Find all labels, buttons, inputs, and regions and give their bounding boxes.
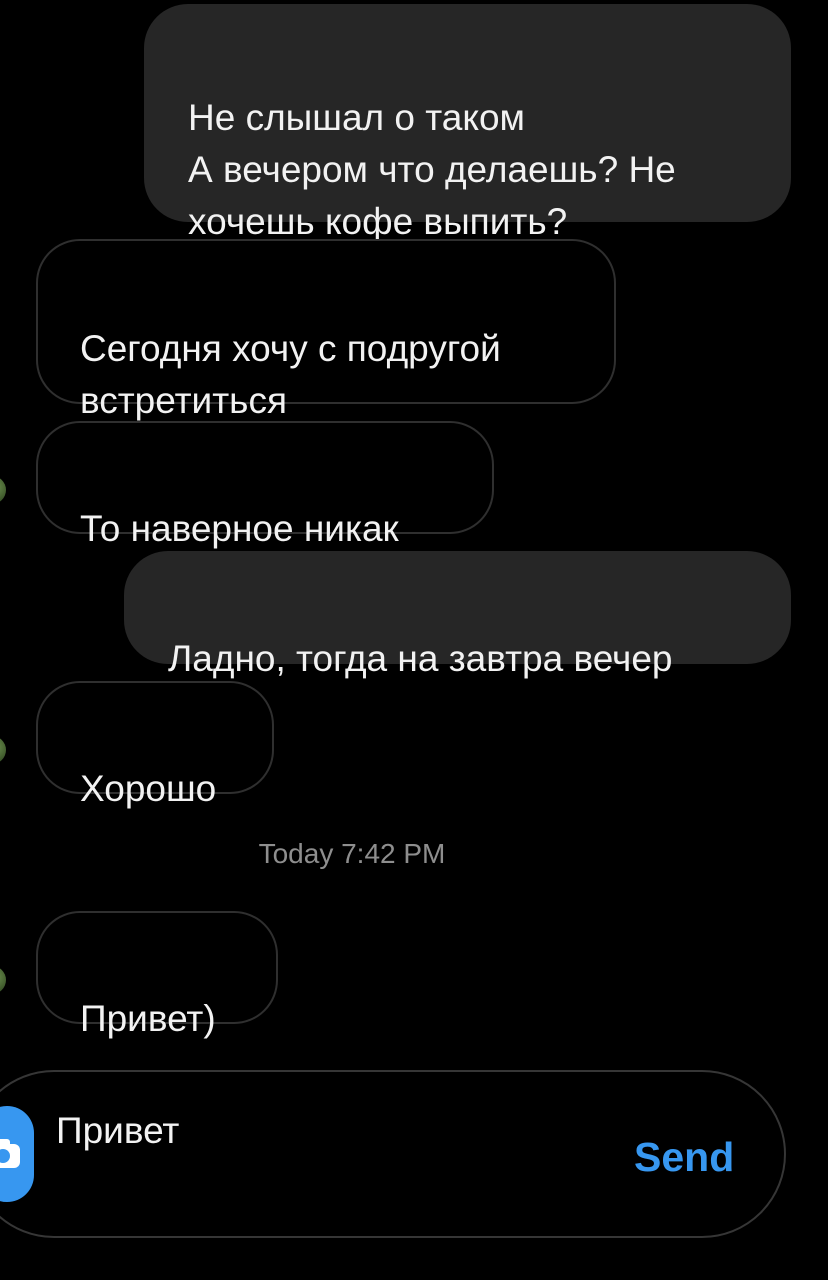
camera-button[interactable] [0, 1106, 34, 1202]
contact-avatar[interactable] [0, 966, 6, 994]
contact-avatar[interactable] [0, 476, 6, 504]
message-bubble-received[interactable]: Хорошо [36, 681, 274, 809]
camera-icon [0, 1139, 20, 1168]
send-button[interactable]: Send [634, 1132, 734, 1182]
message-text: Сегодня хочу с подругой встретиться [80, 328, 501, 421]
message-bubble-received[interactable]: То наверное никак [36, 421, 494, 549]
message-bubble-sent[interactable]: Не слышал о таком А вечером что делаешь?… [144, 4, 791, 242]
message-bubble-received[interactable]: Сегодня хочу с подругой встретиться [36, 239, 616, 421]
message-timestamp: Today 7:42 PM [258, 838, 446, 869]
message-text: Не слышал о таком А вечером что делаешь?… [188, 97, 676, 242]
message-bubble-sent[interactable]: Ладно, тогда на завтра вечер [124, 551, 791, 679]
chat-screen: Не слышал о таком А вечером что делаешь?… [0, 0, 828, 1280]
message-input[interactable]: Привет [56, 1108, 179, 1154]
message-text: Ладно, тогда на завтра вечер [168, 638, 673, 679]
message-text: Хорошо [80, 768, 217, 809]
message-text: Привет) [80, 998, 216, 1039]
message-bubble-received[interactable]: Привет) [36, 911, 278, 1039]
message-text: То наверное никак [80, 508, 399, 549]
contact-avatar[interactable] [0, 736, 6, 764]
